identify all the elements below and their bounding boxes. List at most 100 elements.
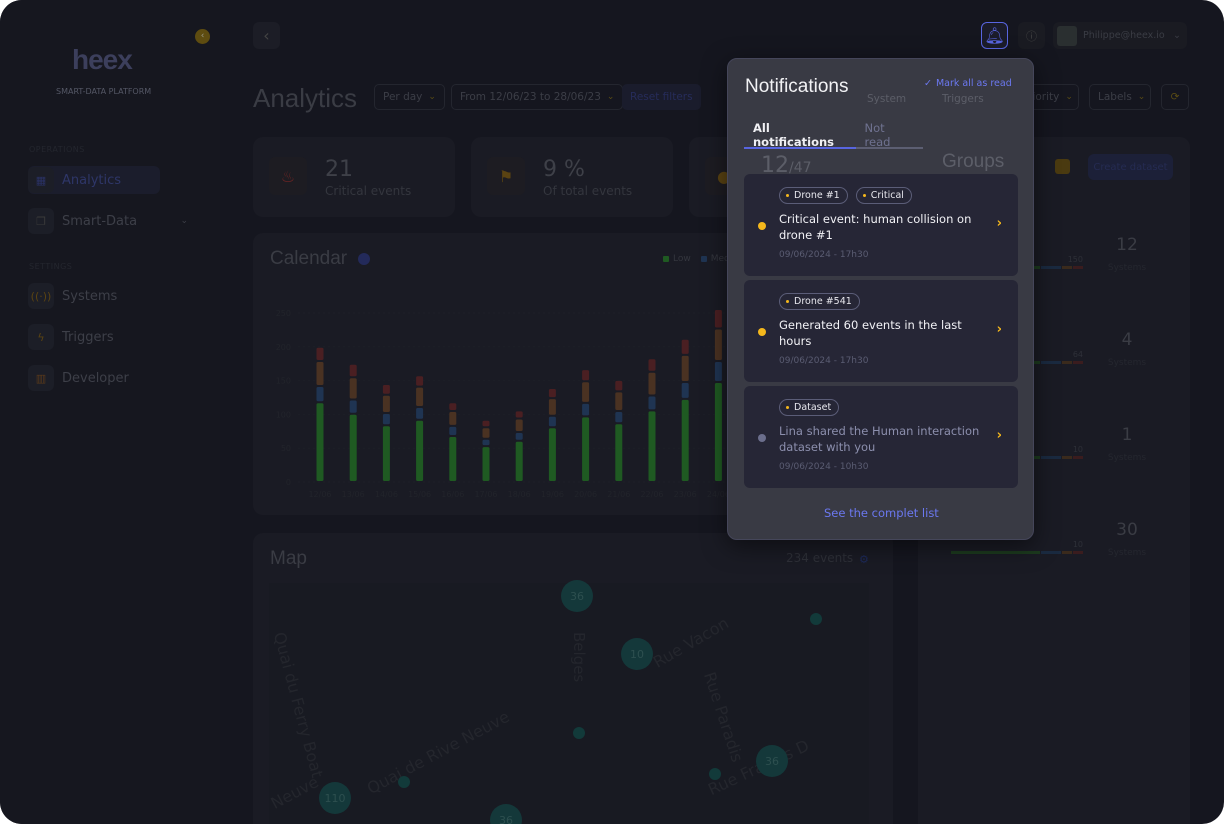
sidebar-item-triggers[interactable]: ϟ Triggers xyxy=(28,323,160,351)
select-all-checkbox[interactable] xyxy=(1055,159,1070,174)
map-marker[interactable] xyxy=(709,768,721,780)
bar-segment-high[interactable] xyxy=(582,382,590,402)
map-marker[interactable] xyxy=(573,727,585,739)
bar-segment-medium[interactable] xyxy=(648,396,656,410)
map-cluster[interactable]: 36 xyxy=(756,745,788,777)
collapse-sidebar-button[interactable]: ‹ xyxy=(195,29,210,44)
bar-segment-medium[interactable] xyxy=(482,439,490,446)
chevron-down-icon: ⌄ xyxy=(428,92,436,102)
bar-segment-critical[interactable] xyxy=(648,359,656,371)
sidebar-item-systems[interactable]: ((·)) Systems xyxy=(28,282,160,310)
bar-segment-high[interactable] xyxy=(548,399,556,415)
settings-icon[interactable]: ⚙ xyxy=(859,553,869,566)
bar-segment-high[interactable] xyxy=(714,329,722,360)
group-row[interactable]: 10 xyxy=(951,540,1083,554)
user-menu[interactable]: Philippe@heex.io ⌄ xyxy=(1053,22,1187,49)
bar-segment-high[interactable] xyxy=(449,412,457,425)
create-dataset-button[interactable]: Create dataset xyxy=(1088,154,1173,180)
bar-segment-high[interactable] xyxy=(648,372,656,395)
sidebar-item-label: Smart-Data xyxy=(62,213,138,229)
bar-segment-medium[interactable] xyxy=(515,432,523,440)
see-complete-list-link[interactable]: See the complet list xyxy=(824,506,939,520)
info-button[interactable]: ⓘ xyxy=(1018,22,1045,49)
notifications-button[interactable]: 🔔︎ xyxy=(981,22,1008,49)
bar-segment-low[interactable] xyxy=(515,441,523,481)
bar-segment-low[interactable] xyxy=(382,426,390,481)
bar-segment-critical[interactable] xyxy=(382,384,390,394)
sidebar-item-developer[interactable]: ▥ Developer xyxy=(28,364,160,392)
reset-filters-button[interactable]: Reset filters xyxy=(622,84,701,110)
sidebar-item-smart-data[interactable]: ❐ Smart-Data ⌄ xyxy=(28,207,188,235)
bar-segment-critical[interactable] xyxy=(349,364,357,377)
bar-segment-medium[interactable] xyxy=(615,412,623,423)
bar-segment-high[interactable] xyxy=(316,361,324,386)
bar-segment-medium[interactable] xyxy=(582,403,590,416)
bar-segment-critical[interactable] xyxy=(548,389,556,398)
notification-time: 09/06/2024 - 10h30 xyxy=(779,462,869,472)
labels-filter[interactable]: Labels ⌄ xyxy=(1089,84,1151,110)
map-marker[interactable] xyxy=(810,613,822,625)
bar-segment-medium[interactable] xyxy=(449,426,457,436)
map-cluster[interactable]: 36 xyxy=(561,580,593,612)
map-card: Map 234 events ⚙ Quai du Ferry Boat Quai… xyxy=(253,533,893,824)
bar-segment-critical[interactable] xyxy=(416,376,424,386)
unread-indicator xyxy=(758,222,766,230)
bar-segment-critical[interactable] xyxy=(316,347,324,360)
tab-all-notifications[interactable]: All notifications xyxy=(744,119,856,149)
date-range-select[interactable]: From 12/06/23 to 28/06/23 ⌄ xyxy=(451,84,624,110)
bar-segment-high[interactable] xyxy=(382,395,390,413)
refresh-button[interactable]: ⟳ xyxy=(1161,84,1189,110)
map-canvas[interactable]: Quai du Ferry Boat Quai de Rive Neuve Ru… xyxy=(268,583,869,824)
y-tick-label: 200 xyxy=(276,343,291,352)
bar-segment-critical[interactable] xyxy=(582,370,590,381)
bar-segment-critical[interactable] xyxy=(482,420,490,427)
map-cluster[interactable]: 10 xyxy=(621,638,653,670)
bar-segment-low[interactable] xyxy=(349,414,357,481)
street-label: Belges xyxy=(570,632,588,683)
bar-segment-low[interactable] xyxy=(416,420,424,481)
bar-segment-low[interactable] xyxy=(714,382,722,481)
bar-segment-medium[interactable] xyxy=(548,416,556,427)
bar-segment-low[interactable] xyxy=(548,428,556,481)
mark-all-read-button[interactable]: ✓ Mark all as read xyxy=(924,78,1012,89)
map-marker[interactable] xyxy=(398,776,410,788)
bar-segment-low[interactable] xyxy=(681,399,689,481)
bar-segment-critical[interactable] xyxy=(515,411,523,418)
bar-segment-critical[interactable] xyxy=(714,309,722,328)
bar-segment-critical[interactable] xyxy=(449,403,457,411)
bar-segment-high[interactable] xyxy=(482,428,490,438)
back-button[interactable]: ‹ xyxy=(253,22,280,49)
x-tick-label: 14/06 xyxy=(375,490,398,499)
bar-segment-critical[interactable] xyxy=(681,339,689,354)
bar-segment-low[interactable] xyxy=(582,417,590,481)
bar-segment-high[interactable] xyxy=(681,355,689,381)
tab-not-read[interactable]: Not read xyxy=(856,119,923,149)
bar-segment-low[interactable] xyxy=(449,437,457,481)
bar-segment-medium[interactable] xyxy=(316,387,324,402)
map-cluster[interactable]: 110 xyxy=(319,782,351,814)
notification-item[interactable]: Drone #541 Generated 60 events in the la… xyxy=(744,280,1018,382)
bar-segment-medium[interactable] xyxy=(681,382,689,398)
chevron-down-icon: ⌄ xyxy=(1065,92,1073,102)
bar-segment-high[interactable] xyxy=(416,387,424,406)
x-tick-label: 20/06 xyxy=(574,490,597,499)
bar-segment-low[interactable] xyxy=(482,447,490,481)
bar-segment-medium[interactable] xyxy=(416,407,424,419)
bar-segment-low[interactable] xyxy=(648,411,656,481)
bar-segment-medium[interactable] xyxy=(349,400,357,413)
period-select[interactable]: Per day ⌄ xyxy=(374,84,445,110)
sidebar-item-analytics[interactable]: ▦ Analytics xyxy=(28,166,160,194)
bar-segment-high[interactable] xyxy=(349,378,357,399)
bar-segment-medium[interactable] xyxy=(382,414,390,425)
bar-segment-low[interactable] xyxy=(316,403,324,481)
bar-segment-high[interactable] xyxy=(515,419,523,431)
bar-segment-medium[interactable] xyxy=(714,361,722,381)
button-label: Reset filters xyxy=(630,91,693,103)
sidebar-item-label: Triggers xyxy=(62,329,114,345)
bar-segment-high[interactable] xyxy=(615,392,623,411)
bar-segment-low[interactable] xyxy=(615,424,623,481)
x-tick-label: 17/06 xyxy=(474,490,497,499)
notification-item[interactable]: Dataset Lina shared the Human interactio… xyxy=(744,386,1018,488)
bar-segment-critical[interactable] xyxy=(615,380,623,391)
notification-item[interactable]: Drone #1 Critical Critical event: human c… xyxy=(744,174,1018,276)
